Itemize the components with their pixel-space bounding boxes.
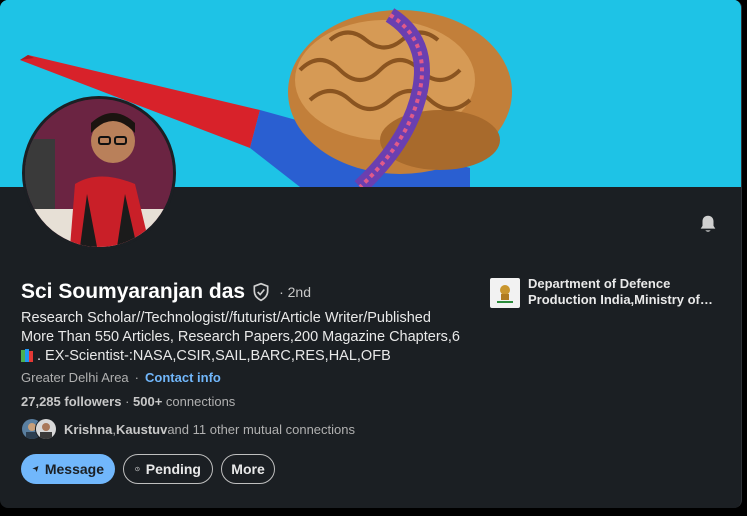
connections-label: connections: [162, 394, 236, 409]
send-icon: [32, 466, 39, 472]
org-name-line: Production India,Ministry of ...: [528, 292, 713, 307]
bell-icon: [700, 215, 716, 232]
mutual-rest-text: and 11 other mutual connections: [167, 421, 355, 437]
emblem-icon: [494, 282, 516, 304]
profile-name: Sci Soumyaranjan das: [21, 280, 246, 303]
org-name-line: Department of Defence: [528, 276, 671, 291]
current-organization[interactable]: Department of Defence Production India,M…: [490, 276, 713, 308]
shield-check-icon[interactable]: [251, 281, 271, 303]
mutual-avatars: [21, 418, 59, 440]
org-logo: [490, 278, 520, 308]
contact-info-link[interactable]: Contact info: [145, 370, 221, 385]
headline-line: Research Scholar//Technologist//futurist…: [21, 310, 431, 326]
headline-line-3: . EX-Scientist-:NASA,CSIR,SAIL,BARC,RES,…: [21, 347, 466, 366]
message-button[interactable]: Message: [21, 454, 115, 484]
profile-headline: Research Scholar//Technologist//futurist…: [21, 309, 466, 366]
books-emoji-icon: [21, 349, 33, 362]
org-name: Department of Defence Production India,M…: [528, 276, 713, 308]
name-row: Sci Soumyaranjan das · 2nd: [21, 280, 311, 304]
avatar: [35, 418, 57, 440]
followers-row: 27,285 followers · 500+ connections: [21, 394, 235, 409]
headline-line: . EX-Scientist-:NASA,CSIR,SAIL,BARC,RES,…: [37, 348, 391, 364]
more-button[interactable]: More: [221, 454, 275, 484]
clock-icon: [135, 466, 140, 472]
location-separator: ·: [134, 370, 140, 385]
message-label: Message: [44, 461, 104, 477]
notification-bell-button[interactable]: [694, 210, 722, 238]
location-text: Greater Delhi Area: [21, 370, 129, 385]
more-label: More: [231, 461, 265, 477]
connection-degree: · 2nd: [279, 284, 312, 300]
profile-actions: Message Pending More: [21, 454, 275, 484]
pending-button[interactable]: Pending: [123, 454, 213, 484]
connections-count[interactable]: 500+: [133, 394, 162, 409]
profile-photo[interactable]: [22, 96, 176, 250]
mutual-name: Kaustuv: [116, 421, 168, 437]
location-row: Greater Delhi Area · Contact info: [21, 370, 221, 385]
mutual-connections-row[interactable]: Krishna, Kaustuv and 11 other mutual con…: [21, 418, 355, 440]
profile-card: Sci Soumyaranjan das · 2nd Research Scho…: [0, 0, 742, 508]
pending-label: Pending: [145, 461, 201, 477]
followers-separator: ·: [121, 394, 134, 409]
followers-link[interactable]: 27,285 followers: [21, 394, 121, 409]
mutual-name: Krishna: [64, 421, 113, 437]
headline-line: More Than 550 Articles, Research Papers,…: [21, 329, 461, 345]
